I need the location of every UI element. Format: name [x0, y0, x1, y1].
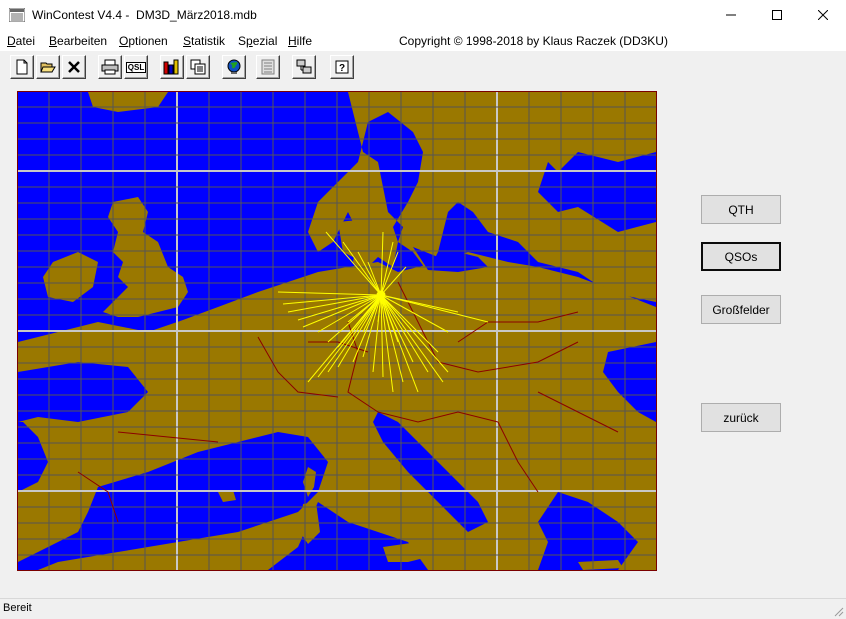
- close-button[interactable]: [800, 0, 846, 30]
- globe-button[interactable]: [222, 55, 246, 79]
- open-folder-icon: [40, 62, 56, 73]
- print-button[interactable]: [98, 55, 122, 79]
- resize-grip-icon[interactable]: [832, 605, 844, 617]
- minimize-button[interactable]: [708, 0, 754, 30]
- window-title: WinContest V4.4 - DM3D_März2018.mdb: [32, 8, 257, 22]
- status-bar: Bereit: [0, 598, 846, 619]
- europe-map[interactable]: [16, 90, 658, 572]
- title-bar: WinContest V4.4 - DM3D_März2018.mdb: [0, 0, 846, 31]
- maximize-button[interactable]: [754, 0, 800, 30]
- map-canvas: [16, 90, 658, 572]
- copy-windows-button[interactable]: [186, 55, 210, 79]
- new-file-icon: [16, 59, 28, 75]
- copy-windows-icon: [190, 59, 206, 75]
- maximize-icon: [772, 10, 782, 20]
- list-button[interactable]: [256, 55, 280, 79]
- qsl-icon: QSL: [125, 61, 147, 73]
- open-folder-button[interactable]: [36, 55, 60, 79]
- menu-bar: Datei Bearbeiten Optionen Statistik Spez…: [0, 31, 846, 51]
- copyright-text: Copyright © 1998-2018 by Klaus Raczek (D…: [399, 34, 668, 48]
- help-icon: ?: [335, 60, 349, 74]
- menu-statistik[interactable]: Statistik: [183, 34, 225, 48]
- network-computer-icon: [296, 59, 312, 74]
- menu-bearbeiten[interactable]: Bearbeiten: [49, 34, 107, 48]
- statistics-chart-icon: [163, 59, 179, 75]
- app-icon: [9, 8, 25, 22]
- help-button[interactable]: ?: [330, 55, 354, 79]
- print-icon: [101, 59, 119, 75]
- home-station-marker: [376, 290, 386, 300]
- qsos-button[interactable]: QSOs: [701, 242, 781, 271]
- qsl-button[interactable]: QSL: [124, 55, 148, 79]
- delete-button[interactable]: [62, 55, 86, 79]
- menu-spezial[interactable]: Spezial: [238, 34, 277, 48]
- network-computer-button[interactable]: [292, 55, 316, 79]
- minimize-icon: [726, 14, 736, 16]
- list-icon: [261, 59, 275, 75]
- statistics-button[interactable]: [160, 55, 184, 79]
- zurueck-button[interactable]: zurück: [701, 403, 781, 432]
- menu-optionen[interactable]: Optionen: [119, 34, 168, 48]
- menu-hilfe[interactable]: Hilfe: [288, 34, 312, 48]
- menu-datei[interactable]: Datei: [7, 34, 35, 48]
- toolbar: QSL ?: [0, 51, 846, 83]
- delete-icon: [68, 61, 80, 73]
- grossfelder-button[interactable]: Großfelder: [701, 295, 781, 324]
- qth-button[interactable]: QTH: [701, 195, 781, 224]
- globe-icon: [227, 59, 241, 74]
- svg-text:?: ?: [339, 63, 345, 74]
- new-file-button[interactable]: [10, 55, 34, 79]
- status-text: Bereit: [3, 602, 32, 614]
- close-icon: [818, 10, 828, 20]
